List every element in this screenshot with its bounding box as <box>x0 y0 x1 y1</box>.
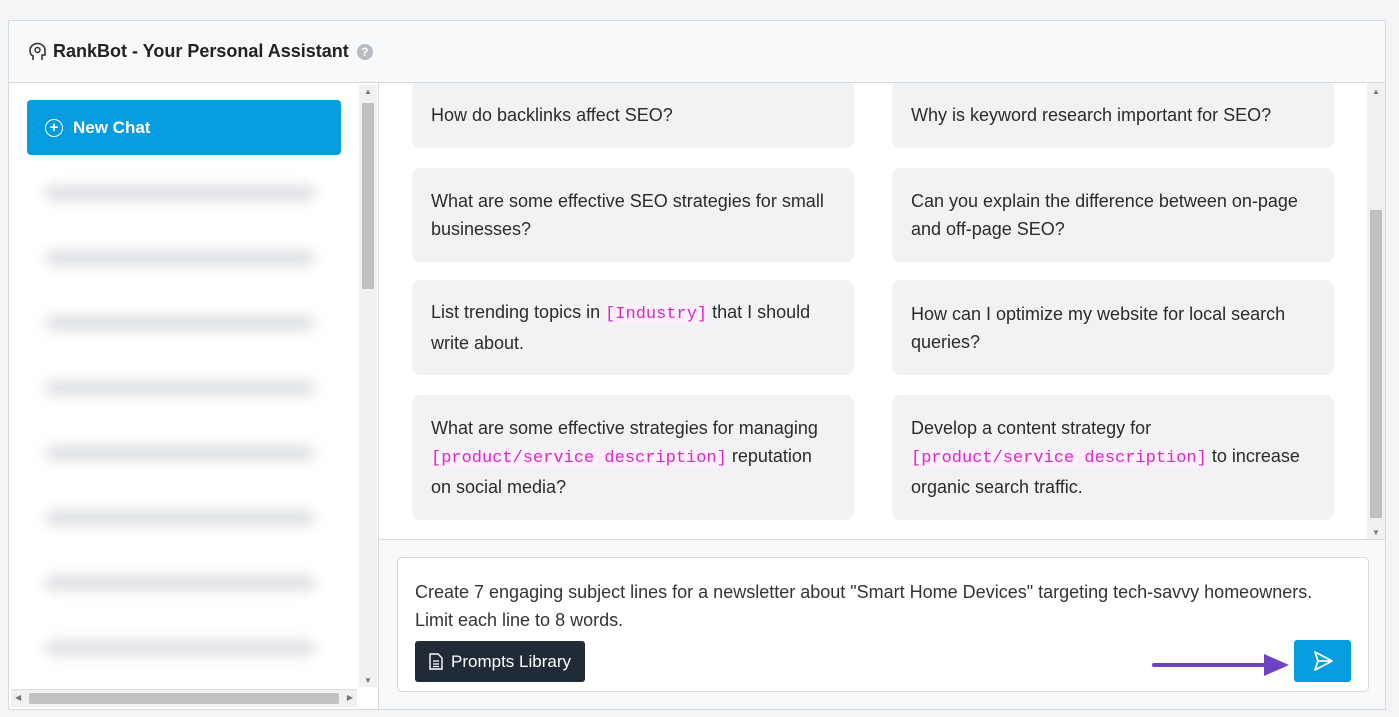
placeholder-token: [product/service description] <box>911 449 1207 468</box>
prompts-library-button[interactable]: Prompts Library <box>415 641 585 682</box>
help-icon[interactable]: ? <box>356 43 373 60</box>
send-icon <box>1313 651 1333 671</box>
chat-scrollbar[interactable]: ▲ ▼ <box>1367 83 1385 539</box>
placeholder-token: [product/service description] <box>431 449 727 468</box>
chat-history-item[interactable] <box>45 510 315 526</box>
chat-history-sidebar: + New Chat ▲ ▼ ◀ ▶ <box>9 83 379 709</box>
send-button[interactable] <box>1294 640 1351 682</box>
prompt-text: Why is keyword research important for SE… <box>911 104 1272 125</box>
plus-circle-icon: + <box>45 118 63 137</box>
prompt-text: What are some effective SEO strategies f… <box>431 191 824 239</box>
chat-history-item[interactable] <box>45 445 315 461</box>
chat-history-item[interactable] <box>45 315 315 331</box>
chat-history-item[interactable] <box>45 575 315 591</box>
suggested-prompt-card[interactable]: Develop a content strategy for [product/… <box>892 395 1334 520</box>
chat-history-item[interactable] <box>45 250 315 266</box>
suggested-prompt-card[interactable]: What are some effective strategies for m… <box>412 395 854 520</box>
header: RankBot - Your Personal Assistant ? <box>9 21 1385 83</box>
message-input[interactable]: Create 7 engaging subject lines for a ne… <box>397 557 1369 692</box>
prompt-text: Can you explain the difference between o… <box>911 191 1298 239</box>
suggested-prompt-card[interactable]: Can you explain the difference between o… <box>892 168 1334 262</box>
new-chat-label: New Chat <box>73 117 151 137</box>
suggested-prompt-card[interactable]: How can I optimize my website for local … <box>892 280 1334 375</box>
new-chat-button[interactable]: + New Chat <box>27 100 341 155</box>
sidebar-scrollbar[interactable]: ▲ ▼ <box>359 85 377 687</box>
suggested-prompt-card[interactable]: What are some effective SEO strategies f… <box>412 168 854 262</box>
chat-history-item[interactable] <box>45 640 315 656</box>
suggested-prompt-card[interactable]: How do backlinks affect SEO? <box>412 83 854 148</box>
prompt-text: List trending topics in <box>431 302 606 322</box>
suggested-prompt-card[interactable]: Why is keyword research important for SE… <box>892 83 1334 148</box>
placeholder-token: [Industry] <box>605 305 708 324</box>
suggested-prompt-card[interactable]: List trending topics in [Industry] that … <box>412 280 854 375</box>
sidebar-horizontal-scrollbar[interactable]: ◀ ▶ <box>11 689 357 707</box>
prompt-text: Develop a content strategy for <box>911 418 1152 438</box>
chat-history-item[interactable] <box>45 185 315 201</box>
app-title: RankBot - Your Personal Assistant <box>53 41 349 61</box>
prompt-text: How do backlinks affect SEO? <box>431 104 673 125</box>
brain-icon <box>29 42 46 60</box>
rankbot-window: RankBot - Your Personal Assistant ? + New… <box>8 20 1386 710</box>
prompts-library-label: Prompts Library <box>451 651 571 671</box>
suggested-prompts-area: How do backlinks affect SEO? Why is keywo… <box>379 83 1385 539</box>
message-text[interactable]: Create 7 engaging subject lines for a ne… <box>415 578 1315 634</box>
annotation-arrow-icon <box>1152 654 1289 676</box>
chat-history-item[interactable] <box>45 380 315 396</box>
composer: Create 7 engaging subject lines for a ne… <box>379 539 1385 709</box>
prompt-text: How can I optimize my website for local … <box>911 303 1286 352</box>
document-icon <box>429 653 443 670</box>
prompt-text: What are some effective strategies for m… <box>431 418 818 438</box>
